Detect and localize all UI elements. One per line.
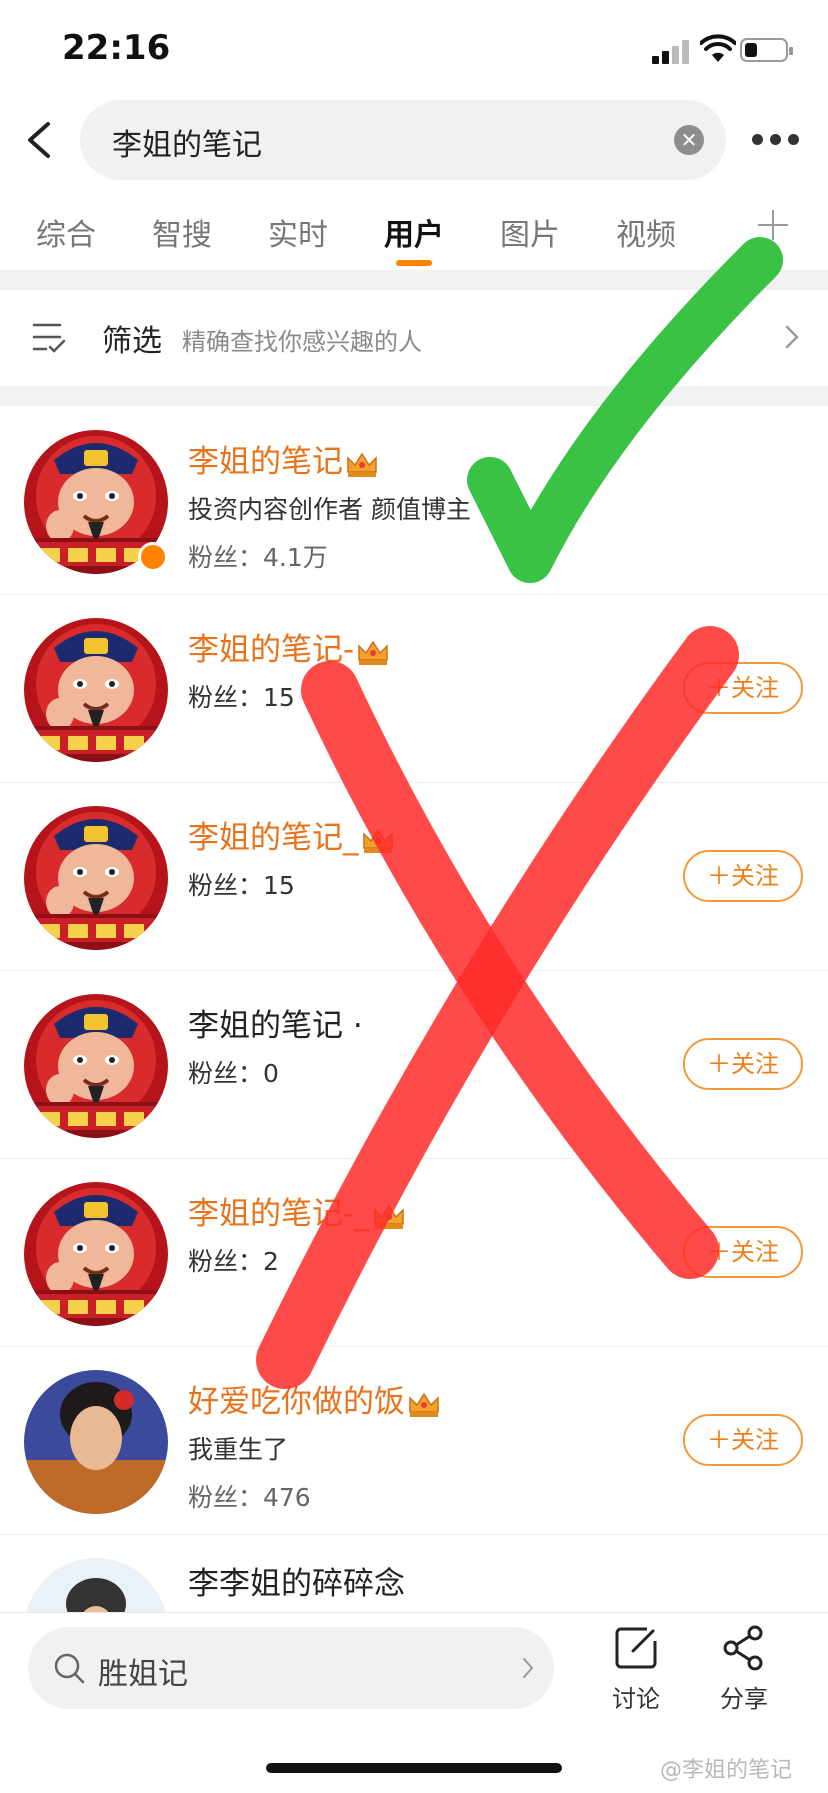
user-row[interactable]: 李姐的笔记_ 粉丝：15 ＋关注 xyxy=(0,782,828,971)
user-description: 投资内容创作者 颜值博主 xyxy=(188,495,471,524)
more-options-icon[interactable] xyxy=(752,134,800,146)
crown-icon xyxy=(358,640,388,666)
tab-realtime[interactable]: 实时 xyxy=(268,210,328,254)
user-fans: 粉丝：4.1万 xyxy=(188,543,328,572)
user-fans: 粉丝：2 xyxy=(188,1247,279,1276)
bottom-search-input[interactable]: 胜姐记 xyxy=(28,1627,554,1709)
user-name: 李姐的笔记 · xyxy=(188,1008,363,1044)
user-name: 李李姐的碎碎念 xyxy=(188,1566,405,1602)
filter-icon xyxy=(32,323,66,353)
crown-icon xyxy=(362,828,393,854)
user-fans: 粉丝：476 xyxy=(188,1483,311,1512)
share-label: 分享 xyxy=(720,1685,768,1713)
avatar[interactable] xyxy=(24,618,168,762)
user-row[interactable]: 李李姐的碎碎念 xyxy=(0,1534,828,1612)
follow-button[interactable]: ＋关注 xyxy=(683,1226,803,1278)
user-name: 李姐的笔记- xyxy=(188,624,390,669)
tab-users[interactable]: 用户 xyxy=(384,210,444,266)
user-name: 李姐的笔记 xyxy=(188,436,379,481)
filter-row[interactable]: 筛选 精确查找你感兴趣的人 xyxy=(0,290,828,386)
chevron-right-icon xyxy=(785,325,799,349)
follow-button[interactable]: ＋关注 xyxy=(683,662,803,714)
home-indicator xyxy=(266,1763,562,1773)
user-row[interactable]: 李姐的笔记 投资内容创作者 颜值博主 粉丝：4.1万 xyxy=(0,406,828,595)
user-name: 李姐的笔记_ xyxy=(188,812,395,857)
discuss-label: 讨论 xyxy=(612,1685,660,1713)
battery-icon xyxy=(740,38,793,62)
search-input[interactable]: 李姐的笔记 ✕ xyxy=(80,100,726,180)
user-name: 好爱吃你做的饭 xyxy=(188,1376,441,1421)
follow-button[interactable]: ＋关注 xyxy=(683,1414,803,1466)
signal-icon xyxy=(652,40,692,64)
user-row[interactable]: 好爱吃你做的饭 我重生了 粉丝：476 ＋关注 xyxy=(0,1346,828,1535)
wifi-icon xyxy=(700,34,736,62)
verified-badge-icon xyxy=(138,542,168,572)
divider xyxy=(0,386,828,406)
search-query: 李姐的笔记 xyxy=(112,128,262,163)
share-icon xyxy=(723,1625,763,1671)
divider xyxy=(0,270,828,290)
user-row[interactable]: 李姐的笔记- 粉丝：15 ＋关注 xyxy=(0,594,828,783)
user-row[interactable]: 李姐的笔记 · 粉丝：0 ＋关注 xyxy=(0,970,828,1159)
crown-icon xyxy=(347,452,377,478)
crown-icon xyxy=(409,1392,439,1418)
user-fans: 粉丝：15 xyxy=(188,683,295,712)
status-time: 22:16 xyxy=(62,28,171,68)
bottom-search-text: 胜姐记 xyxy=(98,1657,188,1692)
crown-icon xyxy=(373,1204,404,1230)
tab-images[interactable]: 图片 xyxy=(500,210,560,254)
user-description: 我重生了 xyxy=(188,1435,289,1464)
avatar[interactable] xyxy=(24,994,168,1138)
avatar[interactable] xyxy=(24,1182,168,1326)
back-arrow-icon[interactable] xyxy=(20,118,60,162)
chevron-right-icon xyxy=(523,1658,534,1678)
follow-button[interactable]: ＋关注 xyxy=(683,1038,803,1090)
user-name: 李姐的笔记-_ xyxy=(188,1188,406,1233)
user-row[interactable]: 李姐的笔记-_ 粉丝：2 ＋关注 xyxy=(0,1158,828,1347)
filter-description: 精确查找你感兴趣的人 xyxy=(182,328,422,356)
share-button[interactable]: 分享 xyxy=(704,1623,784,1714)
watermark: @李姐的笔记 xyxy=(660,1758,793,1783)
active-tab-indicator xyxy=(396,260,432,266)
tab-smart-search[interactable]: 智搜 xyxy=(152,210,212,254)
user-fans: 粉丝：0 xyxy=(188,1059,279,1088)
search-tabs: 综合 智搜 实时 用户 图片 视频 xyxy=(0,200,828,270)
follow-button[interactable]: ＋关注 xyxy=(683,850,803,902)
user-fans: 粉丝：15 xyxy=(188,871,295,900)
add-tab-icon[interactable] xyxy=(758,210,788,240)
tab-comprehensive[interactable]: 综合 xyxy=(36,210,96,254)
search-icon xyxy=(54,1653,85,1684)
tab-videos[interactable]: 视频 xyxy=(616,210,676,254)
avatar[interactable] xyxy=(24,806,168,950)
filter-label: 筛选 xyxy=(102,324,162,359)
clear-icon[interactable]: ✕ xyxy=(674,125,704,155)
discuss-button[interactable]: 讨论 xyxy=(596,1623,676,1714)
edit-icon xyxy=(615,1627,657,1669)
search-header: 李姐的笔记 ✕ xyxy=(0,100,828,180)
avatar[interactable] xyxy=(24,1370,168,1514)
status-bar: 22:16 xyxy=(0,0,828,100)
avatar[interactable] xyxy=(24,1558,168,1612)
